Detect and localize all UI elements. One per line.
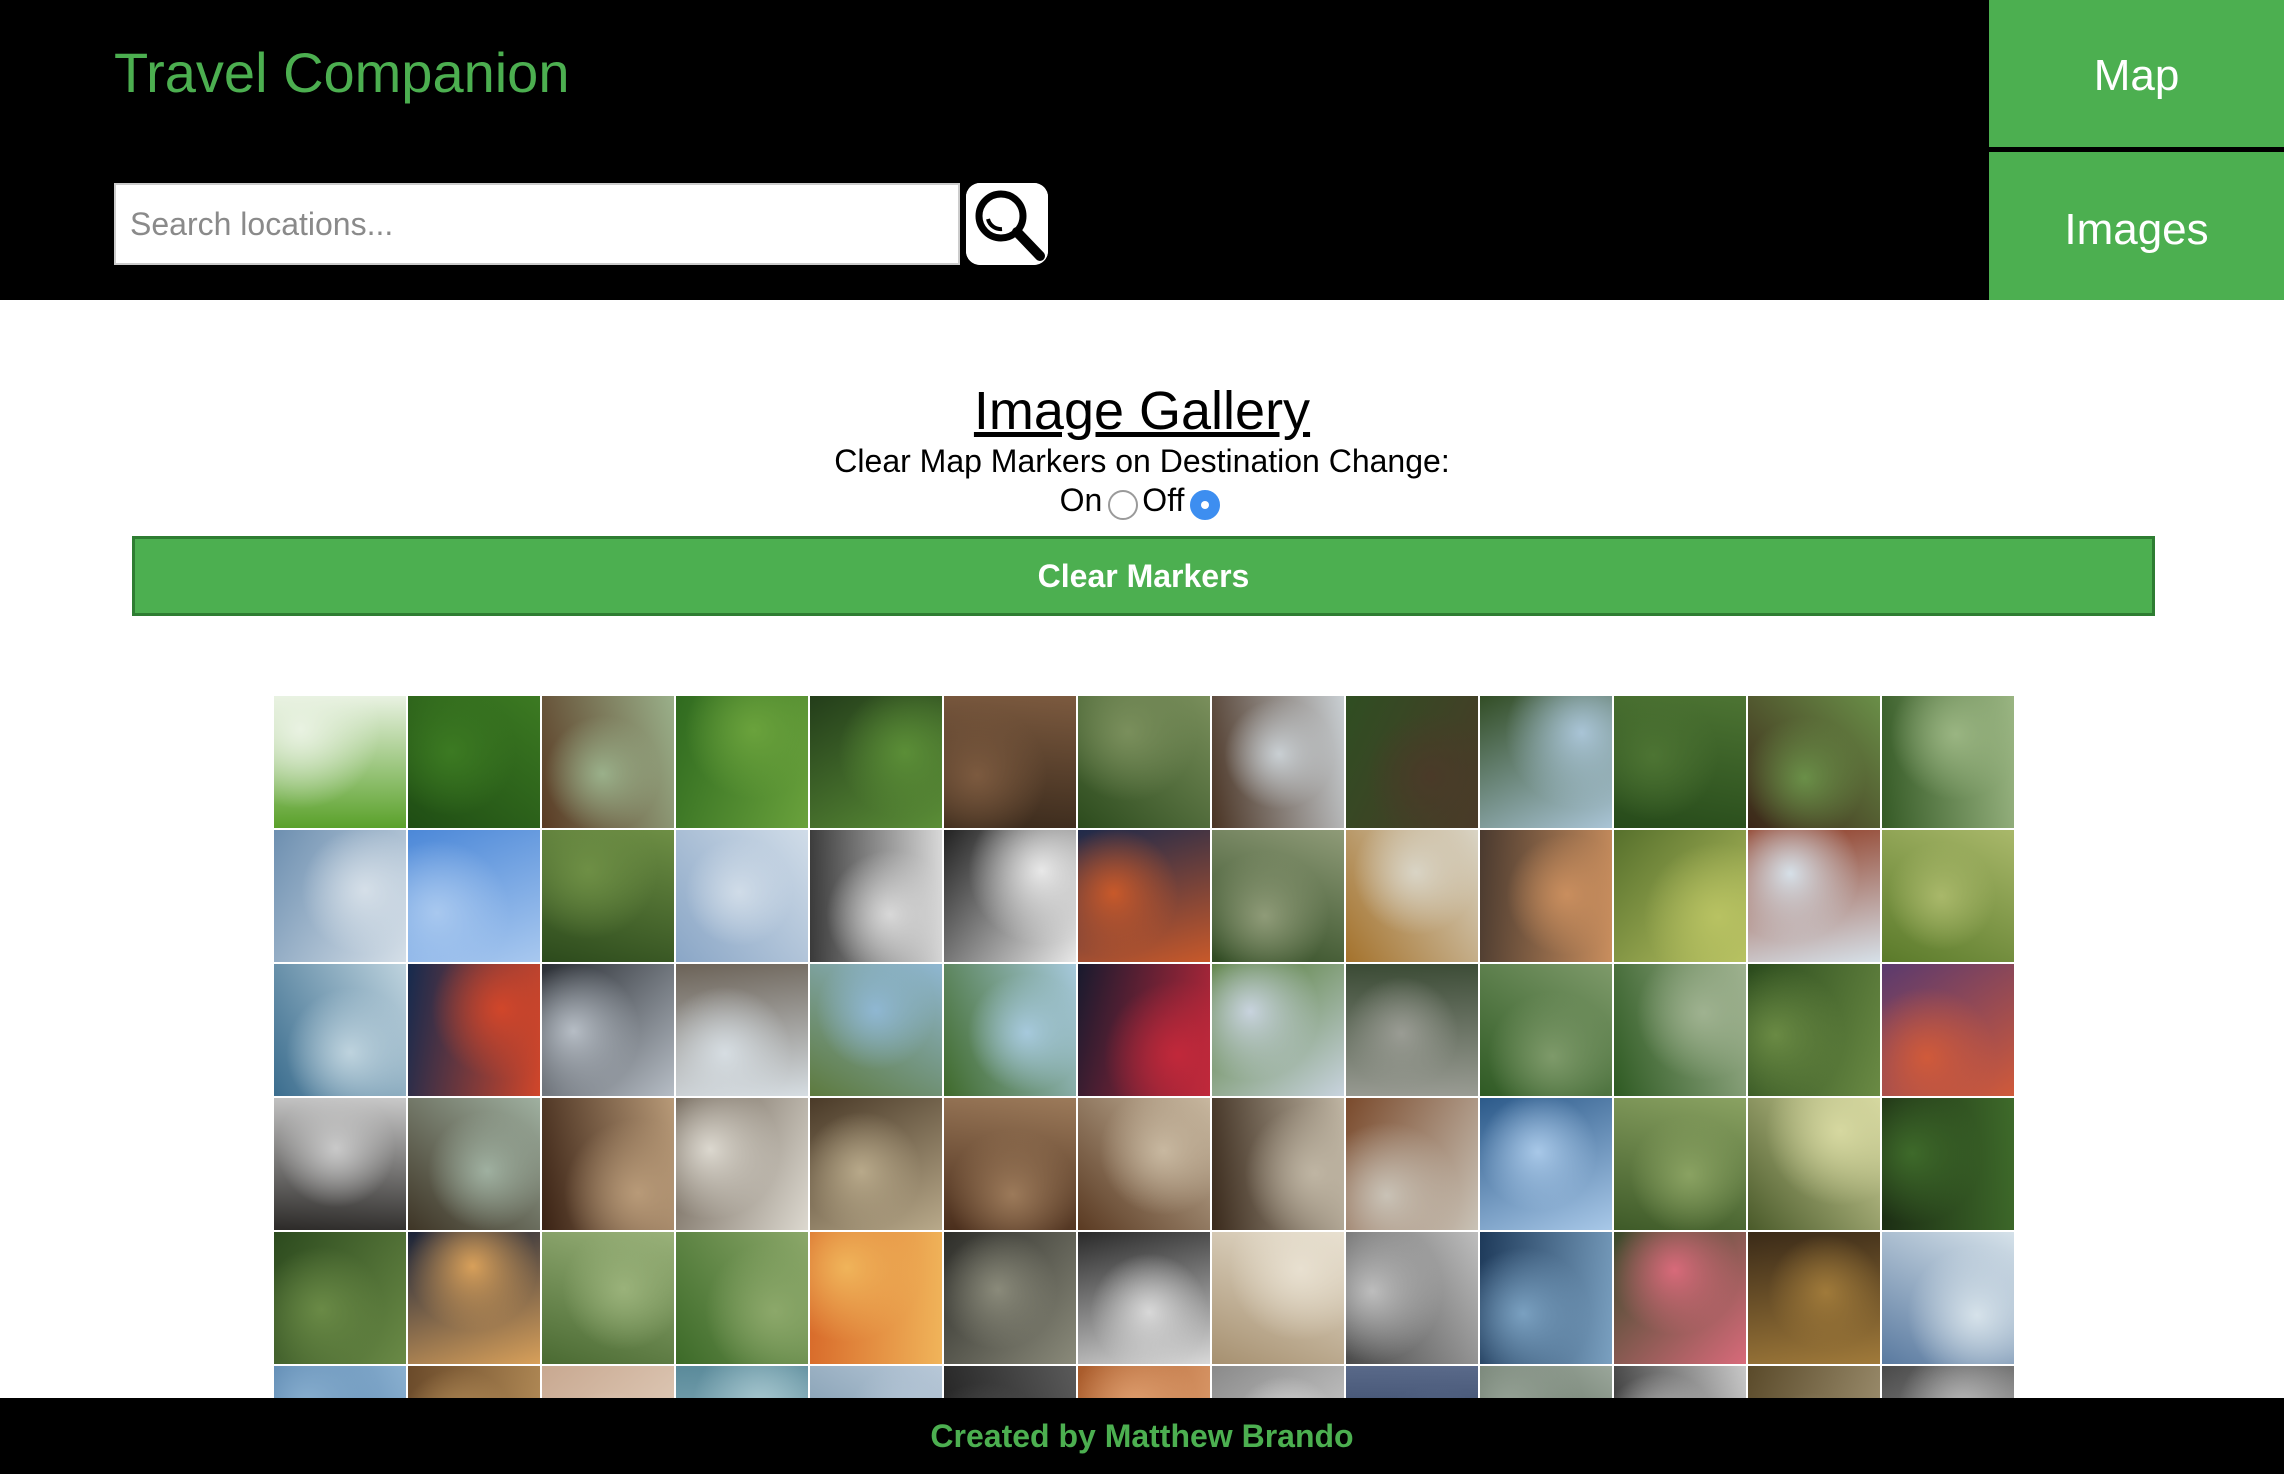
gallery-image-city-park[interactable] <box>1212 964 1344 1096</box>
gallery-image-chandelier-room[interactable] <box>542 1098 674 1230</box>
gallery-image-window-frame[interactable] <box>274 1098 406 1230</box>
gallery-image-stepping-stones[interactable] <box>1614 964 1746 1096</box>
gallery-image-modern-roof[interactable] <box>408 830 540 962</box>
gallery-image-restaurant[interactable] <box>1078 1232 1210 1364</box>
app-title: Travel Companion <box>114 41 570 104</box>
gallery-image-dark-grove[interactable] <box>1882 1098 2014 1230</box>
gallery-image-tokyo-skyline[interactable] <box>676 830 808 962</box>
gallery-image-partial-5[interactable] <box>810 1366 942 1398</box>
gallery-image-partial-6[interactable] <box>944 1366 1076 1398</box>
gallery-image-pond-garden[interactable] <box>810 964 942 1096</box>
gallery-image-veranda-garden[interactable] <box>944 696 1076 828</box>
radio-on[interactable] <box>1108 489 1139 520</box>
radio-on-label: On <box>1059 482 1103 519</box>
gallery-image-bw-building[interactable] <box>1346 1232 1478 1364</box>
gallery-image-bw-stairs[interactable] <box>944 830 1076 962</box>
gallery-image-wooden-corridor[interactable] <box>1212 1098 1344 1230</box>
gallery-image-shrine-gate[interactable] <box>1346 1098 1478 1230</box>
search-input[interactable] <box>114 183 960 265</box>
gallery-image-glass-facade[interactable] <box>1480 1098 1612 1230</box>
gallery-image-park-trees[interactable] <box>542 1232 674 1364</box>
gallery-image-traditional-house[interactable] <box>1212 696 1344 828</box>
gallery-image-picnic-people[interactable] <box>1212 830 1344 962</box>
gallery-image-partial-9[interactable] <box>1346 1366 1478 1398</box>
gallery-image-child-forest[interactable] <box>1614 830 1746 962</box>
gallery-image-garden-trees[interactable] <box>1614 696 1746 828</box>
gallery-title: Image Gallery <box>973 381 1311 441</box>
gallery-image-tokyo-tower-sunset[interactable] <box>1882 964 2014 1096</box>
gallery-image-forest-canopy[interactable] <box>810 696 942 828</box>
gallery-image-forest-hiker[interactable] <box>274 1232 406 1364</box>
nav-images-button[interactable]: Images <box>1989 152 2284 300</box>
gallery-image-library-atrium[interactable] <box>542 964 674 1096</box>
gallery-image-green-canopy[interactable] <box>542 830 674 962</box>
gallery-image-bamboo-grove[interactable] <box>1614 1098 1746 1230</box>
gallery-image-partial-3[interactable] <box>542 1366 674 1398</box>
gallery-image-tatami-room[interactable] <box>810 1098 942 1230</box>
gallery-image-couple-portrait[interactable] <box>1480 830 1612 962</box>
magnifier-icon <box>966 183 1048 265</box>
gallery-image-water-window[interactable] <box>1480 1232 1612 1364</box>
footer-credit: Created by Matthew Brando <box>930 1418 1354 1454</box>
gallery-image-fireworks-tower[interactable] <box>1078 964 1210 1096</box>
gallery-image-child-grass[interactable] <box>1882 830 2014 962</box>
gallery-image-glass-hall[interactable] <box>1882 1232 2014 1364</box>
gallery-image-partial-4[interactable] <box>676 1366 808 1398</box>
gallery-image-partial-1[interactable] <box>274 1366 406 1398</box>
gallery-image-glass-tower[interactable] <box>274 830 406 962</box>
gallery-image-sunlit-forest[interactable] <box>1748 1098 1880 1230</box>
clear-markers-option-label: Clear Map Markers on Destination Change: <box>834 443 1450 479</box>
gallery-image-partial-7[interactable] <box>1078 1366 1210 1398</box>
nav-map-button[interactable]: Map <box>1989 0 2284 147</box>
gallery-image-forest-shrine[interactable] <box>1748 1232 1880 1364</box>
gallery-image-autumn-skytree[interactable] <box>1346 830 1478 962</box>
gallery-image-tokyo-tower-night[interactable] <box>1078 830 1210 962</box>
gallery-image-bw-interior[interactable] <box>810 830 942 962</box>
gallery-image-dojo-room[interactable] <box>1078 1098 1210 1230</box>
app-header: Travel Companion Map Images <box>0 0 2284 300</box>
gallery-image-wooden-hall[interactable] <box>944 1098 1076 1230</box>
gallery-image-partial-12[interactable] <box>1748 1366 1880 1398</box>
gallery-image-partial-13[interactable] <box>1882 1366 2014 1398</box>
gallery-image-pagoda[interactable] <box>1748 830 1880 962</box>
gallery-image-partial-2[interactable] <box>408 1366 540 1398</box>
gallery-image-park-lawn[interactable] <box>676 1232 808 1364</box>
gallery-image-city-night[interactable] <box>408 1232 540 1364</box>
gallery-image-wooden-house[interactable] <box>542 696 674 828</box>
search-button[interactable] <box>966 183 1048 265</box>
gallery-image-temple-gate-crowd[interactable] <box>944 1232 1076 1364</box>
gallery-image-modern-pavilion[interactable] <box>676 964 808 1096</box>
gallery-image-city-tower-dusk[interactable] <box>274 964 406 1096</box>
gallery-image-tokyo-tower-blue[interactable] <box>408 964 540 1096</box>
gallery-image-partial-8[interactable] <box>1212 1366 1344 1398</box>
clear-markers-button[interactable]: Clear Markers <box>132 536 2155 616</box>
gallery-image-forest-trail[interactable] <box>1748 964 1880 1096</box>
gallery-image-museum-exhibit[interactable] <box>1212 1232 1344 1364</box>
radio-off-label: Off <box>1142 482 1185 519</box>
gallery-image-garden-pond[interactable] <box>944 964 1076 1096</box>
gallery-image-stream-garden[interactable] <box>1480 964 1612 1096</box>
gallery-image-zen-garden[interactable] <box>1882 696 2014 828</box>
page-footer: Created by Matthew Brando <box>0 1398 2284 1474</box>
gallery-image-shoji-doors[interactable] <box>676 1098 808 1230</box>
gallery-image-library-hall[interactable] <box>408 1098 540 1230</box>
gallery-image-partial-10[interactable] <box>1480 1366 1612 1398</box>
gallery-image-garden-foliage[interactable] <box>408 696 540 828</box>
gallery-image-wooden-veranda[interactable] <box>1748 696 1880 828</box>
gallery-image-partial-11[interactable] <box>1614 1366 1746 1398</box>
gallery-image-temple-roof[interactable] <box>274 696 406 828</box>
radio-off[interactable] <box>1190 489 1221 520</box>
image-gallery-grid <box>274 696 2016 1398</box>
gallery-image-tea-house[interactable] <box>1480 696 1612 828</box>
gallery-image-forest-path[interactable] <box>676 696 808 828</box>
gallery-image-flamingos[interactable] <box>1614 1232 1746 1364</box>
gallery-image-tower-sunset[interactable] <box>810 1232 942 1364</box>
gallery-image-stone-garden[interactable] <box>1346 964 1478 1096</box>
gallery-image-garden-pavilion[interactable] <box>1346 696 1478 828</box>
clear-markers-radio-group: On Off <box>0 480 2284 520</box>
gallery-image-garden-house[interactable] <box>1078 696 1210 828</box>
